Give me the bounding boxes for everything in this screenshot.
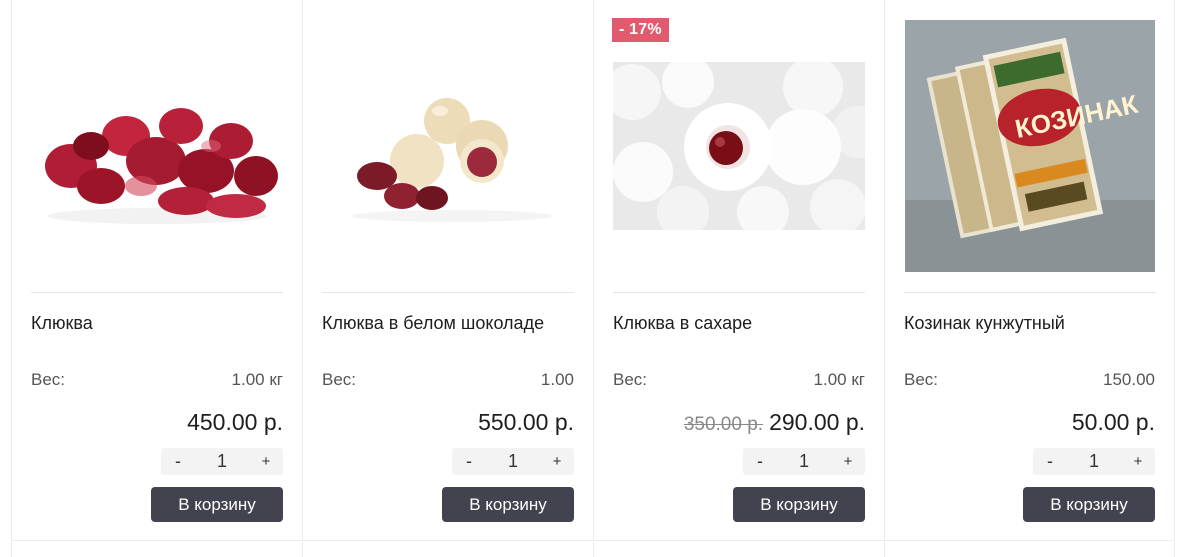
product-image[interactable] [613,18,865,274]
decrease-quantity-button[interactable]: - [743,451,777,472]
product-title[interactable]: Козинак кунжутный [904,312,1156,335]
divider [31,292,283,293]
quantity-input[interactable]: 1 [493,451,533,472]
weight-value: 150.00 [1103,370,1155,389]
price-row: 50.00 р. [1072,409,1155,436]
divider [613,292,865,293]
price: 290.00 р. [769,409,865,435]
increase-quantity-button[interactable]: + [831,453,865,470]
weight-label: Вес: [322,370,357,389]
product-title[interactable]: Клюква в сахаре [613,312,865,335]
increase-quantity-button[interactable]: + [1121,453,1155,470]
next-row-card [593,542,884,557]
dried-cranberries-image [45,108,278,224]
weight-value: 1.00 кг [231,370,283,389]
discount-badge: - 17% [612,18,669,42]
old-price: 350.00 р. [683,414,764,435]
sesame-kozinak-image: КОЗИНАК [905,20,1155,272]
divider [322,292,574,293]
product-title[interactable]: Клюква в белом шоколаде [322,312,574,335]
next-row-card [11,542,302,557]
product-image[interactable] [31,18,283,274]
weight-label: Вес: [904,370,939,389]
product-card: Клюква Вес: 1.00 кг 450.00 р. - 1 + В ко… [11,0,302,541]
increase-quantity-button[interactable]: + [540,453,574,470]
quantity-stepper: - 1 + [452,448,574,475]
price: 550.00 р. [478,409,574,435]
quantity-input[interactable]: 1 [202,451,242,472]
next-row-card [302,542,593,557]
product-grid: Клюква Вес: 1.00 кг 450.00 р. - 1 + В ко… [11,0,1176,557]
product-title[interactable]: Клюква [31,312,283,335]
cranberries-in-white-chocolate-image [352,98,552,222]
quantity-stepper: - 1 + [161,448,283,475]
decrease-quantity-button[interactable]: - [1033,451,1067,472]
weight-value: 1.00 [540,370,574,389]
product-card: КОЗИНАК Козинак кунжутный Вес: 150.00 50… [884,0,1175,541]
product-image[interactable]: КОЗИНАК [904,18,1156,274]
increase-quantity-button[interactable]: + [249,453,283,470]
add-to-cart-button[interactable]: В корзину [733,487,865,522]
sugared-cranberries-image [613,62,865,230]
weight-value: 1.00 кг [813,370,865,389]
next-row-card [884,542,1175,557]
product-card: - 17% Клюква в сахаре Вес: 1.00 кг 350.0… [593,0,884,541]
price-row: 550.00 р. [478,409,574,436]
add-to-cart-button[interactable]: В корзину [151,487,283,522]
product-image[interactable] [322,18,574,274]
weight-label: Вес: [31,370,66,389]
price-row: 350.00 р. 290.00 р. [684,409,865,436]
price: 50.00 р. [1071,409,1155,435]
add-to-cart-button[interactable]: В корзину [442,487,574,522]
decrease-quantity-button[interactable]: - [161,451,195,472]
decrease-quantity-button[interactable]: - [452,451,486,472]
price: 450.00 р. [187,409,283,435]
add-to-cart-button[interactable]: В корзину [1023,487,1155,522]
quantity-input[interactable]: 1 [784,451,824,472]
quantity-stepper: - 1 + [743,448,865,475]
quantity-stepper: - 1 + [1033,448,1155,475]
price-row: 450.00 р. [187,409,283,436]
product-card: Клюква в белом шоколаде Вес: 1.00 550.00… [302,0,593,541]
quantity-input[interactable]: 1 [1074,451,1114,472]
weight-label: Вес: [613,370,648,389]
divider [904,292,1156,293]
